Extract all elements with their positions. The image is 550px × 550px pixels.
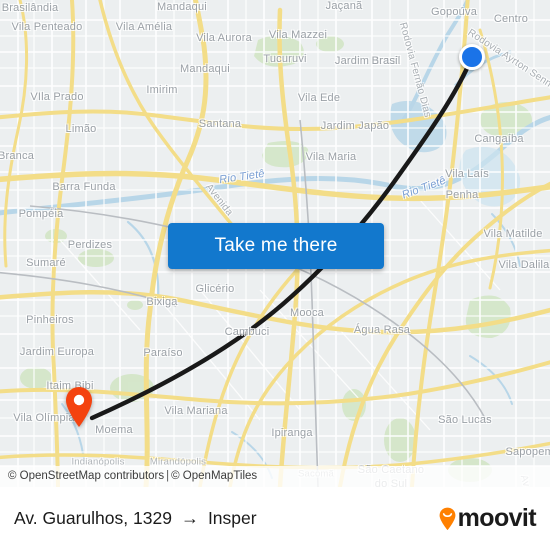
moovit-wordmark: moovit xyxy=(457,504,537,532)
route-destination-label: Insper xyxy=(207,508,257,528)
moovit-route-screen: Brasilândia Mandaqui Jaçanã Gopoúva Centro Vi… xyxy=(0,0,550,550)
route-summary: Av. Guarulhos, 1329 → Insper xyxy=(14,508,257,529)
attribution-osm[interactable]: © OpenStreetMap contributors xyxy=(8,470,164,482)
destination-marker[interactable] xyxy=(64,386,94,428)
arrow-right-icon: → xyxy=(180,507,199,528)
map-canvas[interactable]: Brasilândia Mandaqui Jaçanã Gopoúva Centro Vi… xyxy=(0,0,550,487)
map-attribution: © OpenStreetMap contributors | © OpenMapTi… xyxy=(0,466,550,487)
attribution-tiles[interactable]: © OpenMapTiles xyxy=(171,470,257,482)
take-me-there-button[interactable]: Take me there xyxy=(168,223,384,269)
moovit-pin-icon xyxy=(438,507,457,531)
route-origin-label: Av. Guarulhos, 1329 xyxy=(14,508,172,528)
origin-marker[interactable] xyxy=(459,44,485,70)
moovit-logo[interactable]: moovit xyxy=(438,504,537,533)
route-footer: Av. Guarulhos, 1329 → Insper moovit xyxy=(0,487,550,550)
